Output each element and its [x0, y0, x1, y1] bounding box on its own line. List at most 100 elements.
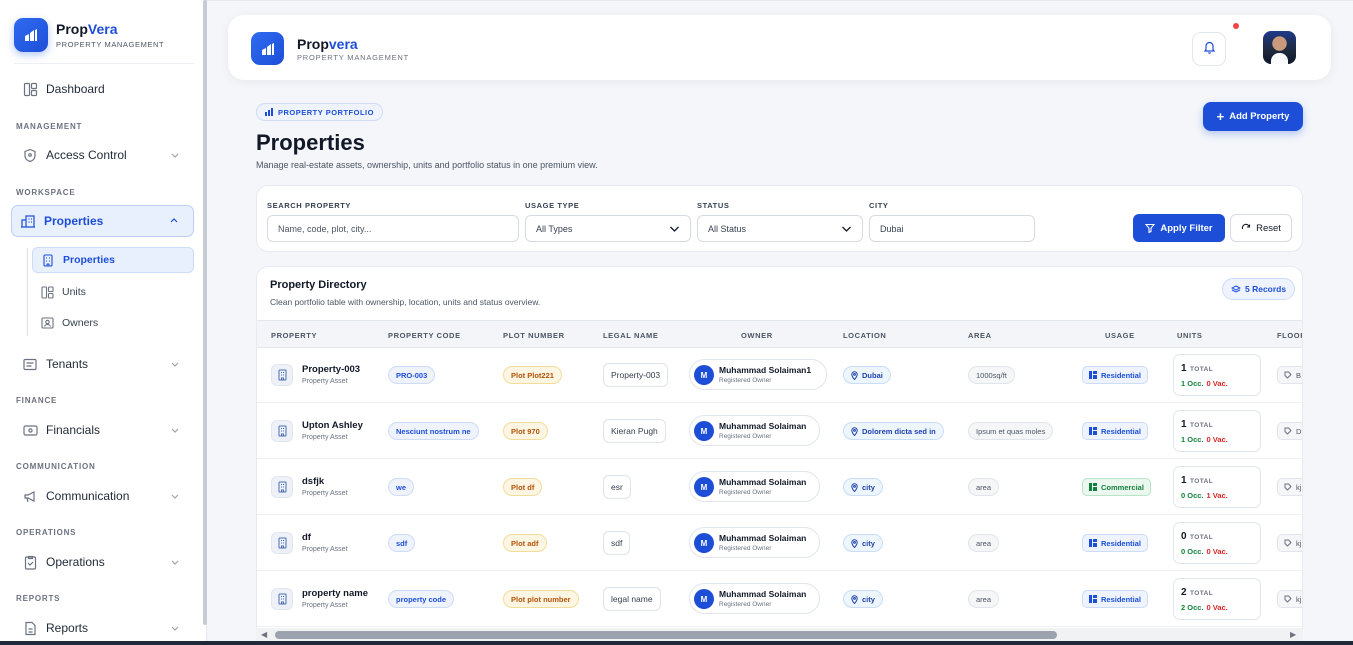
sidebar-subitem-units[interactable]: Units [32, 279, 194, 305]
owner-subtitle: Registered Owner [719, 545, 772, 552]
status-select[interactable]: All Status [697, 215, 863, 242]
property-name[interactable]: property name [302, 588, 368, 599]
units-total: 1 [1181, 475, 1187, 486]
property-name[interactable]: df [302, 532, 311, 543]
sidebar-item-financials[interactable]: Financials [14, 415, 194, 445]
avatar[interactable] [1263, 31, 1296, 64]
sidebar-item-reports[interactable]: Reports [14, 613, 194, 643]
sidebar-item-label: Dashboard [46, 82, 105, 96]
legal-name: legal name [603, 587, 661, 611]
column-header[interactable]: USAGE [1105, 331, 1135, 340]
section-label-finance: FINANCE [16, 396, 58, 405]
table-row[interactable]: property name Property Asset property co… [257, 571, 1302, 627]
column-header[interactable]: PLOT NUMBER [503, 331, 565, 340]
brand[interactable]: PropVera PROPERTY MANAGEMENT [14, 18, 164, 52]
building-icon [271, 588, 293, 610]
section-label-operations: OPERATIONS [16, 528, 77, 537]
units-total: 1 [1181, 419, 1187, 430]
area-chip: Ipsum et quas moles [968, 422, 1054, 440]
owner-chip[interactable]: M Muhammad Solaiman Registered Owner [689, 583, 820, 614]
scroll-right-icon[interactable]: ▶ [1290, 630, 1296, 639]
sidebar-item-tenants[interactable]: Tenants [14, 349, 194, 379]
area-chip: area [968, 590, 1000, 608]
units-occupancy: 1 Occ. 0 Vac. [1181, 435, 1228, 444]
owner-chip[interactable]: M Muhammad Solaiman Registered Owner [689, 471, 820, 502]
table-row[interactable]: dsfjk Property Asset we Plot df esr M Mu… [257, 459, 1302, 515]
location-chip: city [843, 478, 883, 496]
column-header[interactable]: AREA [968, 331, 992, 340]
property-name[interactable]: Upton Ashley [302, 420, 363, 431]
layers-icon [1231, 284, 1241, 294]
property-name[interactable]: Property-003 [302, 364, 360, 375]
page-description: Manage real-estate assets, ownership, un… [256, 160, 598, 170]
reset-button[interactable]: Reset [1230, 214, 1292, 242]
legal-name: esr [603, 475, 631, 499]
column-header[interactable]: LEGAL NAME [603, 331, 658, 340]
units-total-label: TOTAL [1190, 422, 1214, 429]
sidebar-item-properties[interactable]: Properties [11, 205, 194, 237]
grid-icon [1089, 371, 1097, 379]
apply-filter-button[interactable]: Apply Filter [1133, 214, 1225, 242]
section-label-management: MANAGEMENT [16, 122, 83, 131]
column-header[interactable]: FLOOR [1277, 331, 1302, 340]
column-header[interactable]: UNITS [1177, 331, 1203, 340]
property-code: sdf [388, 534, 416, 552]
sidebar-subitem-properties[interactable]: Properties [32, 247, 194, 273]
area-chip: area [968, 478, 1000, 496]
building-icon [41, 253, 55, 267]
sidebar-item-dashboard[interactable]: Dashboard [14, 74, 194, 104]
chevron-down-icon [170, 490, 180, 504]
dashboard-icon [22, 81, 38, 97]
property-subtitle: Property Asset [302, 602, 348, 609]
usage-chip: Residential [1082, 422, 1149, 440]
property-code: property code [388, 590, 455, 608]
sidebar-subitem-owners[interactable]: Owners [32, 310, 194, 336]
sidebar-scrollbar[interactable] [203, 0, 207, 625]
property-subtitle: Property Asset [302, 434, 348, 441]
brand-subtitle: PROPERTY MANAGEMENT [56, 40, 165, 49]
section-label-workspace: WORKSPACE [16, 188, 76, 197]
bell-icon [1203, 40, 1216, 59]
scrollbar-thumb[interactable] [275, 631, 1057, 639]
chevron-down-icon [170, 622, 180, 636]
column-header[interactable]: LOCATION [843, 331, 886, 340]
search-input[interactable]: Name, code, plot, city... [267, 215, 519, 242]
city-input[interactable]: Dubai [869, 215, 1035, 242]
owner-chip[interactable]: M Muhammad Solaiman Registered Owner [689, 415, 820, 446]
owner-chip[interactable]: M Muhammad Solaiman Registered Owner [689, 527, 820, 558]
usage-chip: Residential [1082, 590, 1149, 608]
owner-chip[interactable]: M Muhammad Solaiman1 Registered Owner [689, 359, 827, 390]
owner-name: Muhammad Solaiman [719, 477, 807, 487]
sidebar-item-communication[interactable]: Communication [14, 481, 194, 511]
sidebar-item-label: Operations [46, 555, 105, 569]
owner-name: Muhammad Solaiman [719, 533, 807, 543]
subitem-label: Properties [63, 254, 115, 266]
page-title: Properties [256, 130, 365, 155]
add-property-button[interactable]: + Add Property [1203, 102, 1303, 131]
table-row[interactable]: Property-003 Property Asset PRO-003 Plot… [257, 347, 1302, 403]
submenu-line [27, 248, 28, 336]
units-summary: 0 TOTAL 0 Occ. 0 Vac. [1173, 522, 1261, 564]
chevron-down-icon [170, 556, 180, 570]
breadcrumb: PROPERTY PORTFOLIO [256, 103, 383, 121]
megaphone-icon [22, 488, 38, 504]
sidebar-item-label: Reports [46, 621, 89, 635]
plus-icon: + [1216, 108, 1225, 124]
property-subtitle: Property Asset [302, 490, 348, 497]
table-row[interactable]: df Property Asset sdf Plot adf sdf M Muh… [257, 515, 1302, 571]
logo-icon[interactable] [251, 32, 284, 65]
plot-number: Plot 970 [503, 422, 548, 440]
location-chip: city [843, 534, 883, 552]
horizontal-scrollbar[interactable]: ◀ ▶ [256, 628, 1303, 642]
column-header[interactable]: PROPERTY [271, 331, 317, 340]
scroll-left-icon[interactable]: ◀ [261, 630, 267, 639]
table-row[interactable]: Upton Ashley Property Asset Nesciunt nos… [257, 403, 1302, 459]
sidebar-item-operations[interactable]: Operations [14, 547, 194, 577]
usage-chip: Commercial [1082, 478, 1151, 496]
column-header[interactable]: PROPERTY CODE [388, 331, 461, 340]
column-header[interactable]: OWNER [741, 331, 773, 340]
property-name[interactable]: dsfjk [302, 476, 324, 487]
sidebar-item-access-control[interactable]: Access Control [14, 140, 194, 170]
usage-type-select[interactable]: All Types [525, 215, 691, 242]
notifications-button[interactable] [1192, 32, 1226, 66]
